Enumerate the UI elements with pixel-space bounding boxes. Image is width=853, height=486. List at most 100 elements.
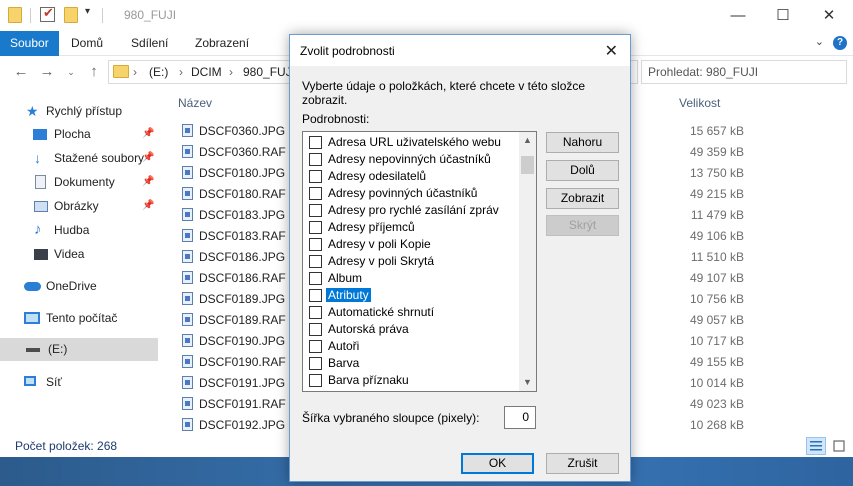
desktop-icon [33, 129, 47, 140]
detail-item[interactable]: Barva [303, 354, 517, 371]
breadcrumb-drive[interactable]: (E:) [149, 65, 168, 79]
file-name: DSCF0186.JPG [199, 250, 286, 264]
hide-button[interactable]: Skrýt [546, 215, 619, 236]
image-file-icon [182, 208, 193, 221]
detail-item[interactable]: Adresy příjemců [303, 218, 517, 235]
pin-icon[interactable]: 📌 [142, 171, 154, 193]
detail-item[interactable]: Adresy odesilatelů [303, 167, 517, 184]
breadcrumb-dcim[interactable]: DCIM [191, 65, 222, 79]
help-icon[interactable]: ? [833, 36, 847, 50]
item-count: Počet položek: 268 [15, 439, 118, 453]
column-header-size[interactable]: Velikost [679, 96, 720, 110]
image-file-icon [182, 250, 193, 263]
customize-toolbar-icon[interactable]: ▾ [85, 6, 101, 22]
detail-item[interactable]: Adresa URL uživatelského webu [303, 133, 517, 150]
separator [30, 8, 31, 23]
file-size: 10 014 kB [689, 376, 744, 390]
forward-arrow-icon[interactable]: → [38, 62, 56, 82]
nav-network[interactable]: Síť [0, 371, 158, 393]
ok-button[interactable]: OK [461, 453, 534, 474]
nav-videos[interactable]: Videa [0, 243, 158, 265]
minimize-button[interactable]: — [715, 0, 761, 31]
file-size: 49 023 kB [689, 397, 744, 411]
detail-checkbox[interactable] [309, 136, 322, 149]
detail-label: Adresy povinných účastníků [328, 186, 478, 200]
tab-share[interactable]: Sdílení [131, 31, 168, 56]
pin-icon[interactable]: 📌 [142, 147, 154, 169]
up-arrow-icon[interactable]: ↑ [85, 62, 103, 82]
detail-item[interactable]: Atributy [303, 286, 517, 303]
close-button[interactable]: ✕ [806, 0, 852, 31]
scrollbar-thumb[interactable] [521, 156, 534, 174]
detail-checkbox[interactable] [309, 238, 322, 251]
back-arrow-icon[interactable]: ← [12, 62, 30, 82]
nav-downloads[interactable]: ↓ Stažené soubory 📌 [0, 147, 158, 169]
detail-checkbox[interactable] [309, 153, 322, 166]
expand-ribbon-icon[interactable]: ⌄ [815, 36, 824, 48]
pin-icon[interactable]: 📌 [142, 123, 154, 145]
detail-item[interactable]: Adresy v poli Kopie [303, 235, 517, 252]
detail-item[interactable]: Barva příznaku [303, 371, 517, 388]
detail-item[interactable]: Adresy pro rychlé zasílání zpráv [303, 201, 517, 218]
nav-documents[interactable]: Dokumenty 📌 [0, 171, 158, 193]
detail-item[interactable]: Autorská práva [303, 320, 517, 337]
detail-checkbox[interactable] [309, 357, 322, 370]
file-size: 49 106 kB [689, 229, 744, 243]
detail-checkbox[interactable] [309, 221, 322, 234]
detail-item[interactable]: Autoři [303, 337, 517, 354]
image-file-icon [182, 397, 193, 410]
new-folder-icon[interactable] [64, 7, 80, 23]
nav-drive-e[interactable]: (E:) [0, 338, 158, 361]
file-size: 10 717 kB [689, 334, 744, 348]
scroll-up-icon[interactable]: ▲ [519, 132, 536, 149]
detail-checkbox[interactable] [309, 272, 322, 285]
show-button[interactable]: Zobrazit [546, 188, 619, 209]
breadcrumb-folder[interactable]: 980_FUJI [243, 65, 295, 79]
recent-locations-icon[interactable]: ⌄ [62, 62, 80, 82]
column-width-input[interactable]: 0 [504, 406, 536, 429]
detail-item[interactable]: Album [303, 269, 517, 286]
nav-onedrive[interactable]: OneDrive [0, 275, 158, 297]
detail-label: Autoři [328, 339, 360, 353]
cloud-icon [24, 282, 41, 291]
detail-item[interactable]: Adresy v poli Skrytá [303, 252, 517, 269]
details-listbox[interactable]: Adresa URL uživatelského webu Adresy nepo… [302, 131, 537, 392]
detail-checkbox[interactable] [309, 306, 322, 319]
pin-icon[interactable]: 📌 [142, 195, 154, 217]
scroll-down-icon[interactable]: ▼ [519, 374, 536, 391]
search-input[interactable]: Prohledat: 980_FUJI [641, 60, 847, 84]
large-icons-view-icon[interactable] [829, 437, 849, 455]
detail-checkbox[interactable] [309, 340, 322, 353]
nav-label: Tento počítač [46, 311, 118, 325]
cancel-button[interactable]: Zrušit [546, 453, 619, 474]
nav-pictures[interactable]: Obrázky 📌 [0, 195, 158, 217]
tab-file[interactable]: Soubor [0, 31, 59, 56]
scrollbar[interactable]: ▲ ▼ [519, 132, 536, 391]
properties-icon[interactable] [40, 5, 56, 23]
tab-home[interactable]: Domů [71, 31, 103, 56]
title-bar: ▾ 980_FUJI — ☐ ✕ [0, 0, 853, 31]
close-icon[interactable]: ✕ [605, 41, 618, 61]
detail-item[interactable]: Automatické shrnutí [303, 303, 517, 320]
tab-view[interactable]: Zobrazení [195, 31, 249, 56]
detail-label: Barva [328, 356, 360, 370]
maximize-button[interactable]: ☐ [760, 0, 806, 31]
nav-this-pc[interactable]: Tento počítač [0, 307, 158, 329]
move-down-button[interactable]: Dolů [546, 160, 619, 181]
detail-item[interactable]: Adresy nepovinných účastníků [303, 150, 517, 167]
nav-music[interactable]: ♪ Hudba [0, 219, 158, 241]
detail-checkbox[interactable] [309, 289, 322, 302]
details-view-icon[interactable] [806, 437, 826, 455]
nav-quick-access[interactable]: ★ Rychlý přístup [0, 100, 158, 122]
detail-checkbox[interactable] [309, 204, 322, 217]
detail-checkbox[interactable] [309, 374, 322, 387]
column-header-name[interactable]: Název [178, 96, 212, 110]
detail-checkbox[interactable] [309, 170, 322, 183]
nav-desktop[interactable]: Plocha 📌 [0, 123, 158, 145]
detail-checkbox[interactable] [309, 187, 322, 200]
image-file-icon [182, 124, 193, 137]
detail-checkbox[interactable] [309, 255, 322, 268]
detail-checkbox[interactable] [309, 323, 322, 336]
move-up-button[interactable]: Nahoru [546, 132, 619, 153]
detail-item[interactable]: Adresy povinných účastníků [303, 184, 517, 201]
